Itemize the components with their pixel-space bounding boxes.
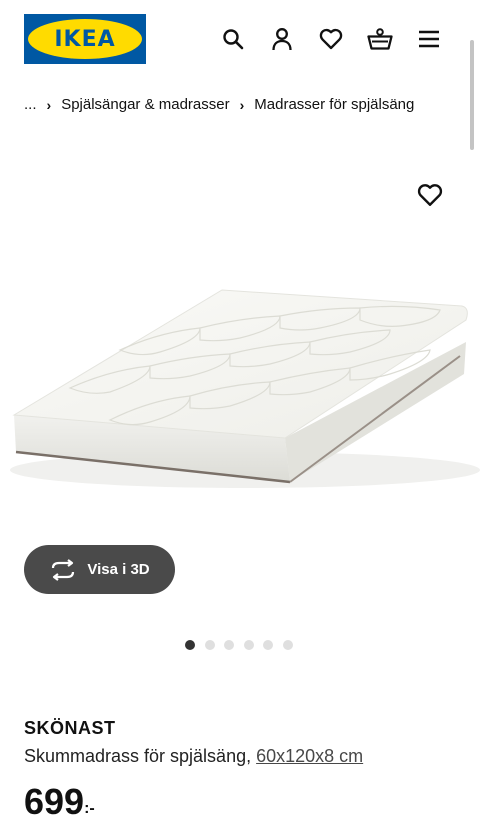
logo-text: IKEA (54, 26, 116, 52)
chevron-right-icon: › (46, 96, 52, 113)
gallery-pagination (185, 640, 302, 650)
product-price: 699 :- (24, 782, 95, 822)
breadcrumb-item-cribs-mattresses[interactable]: Spjälsängar & madrasser (61, 96, 229, 113)
product-image[interactable] (0, 270, 480, 540)
add-to-favourites-heart-icon[interactable] (417, 183, 443, 209)
breadcrumb: ... › Spjälsängar & madrasser › Madrasse… (24, 96, 414, 113)
price-value: 699 (24, 781, 85, 822)
product-type: Skummadrass för spjälsäng, (24, 746, 252, 766)
chevron-right-icon: › (239, 96, 245, 113)
shopping-basket-icon[interactable] (365, 24, 395, 54)
page-scrollbar[interactable] (470, 40, 474, 150)
price-suffix: :- (84, 800, 95, 817)
heart-icon[interactable] (316, 24, 346, 54)
product-description: Skummadrass för spjälsäng, 60x120x8 cm (24, 746, 363, 767)
user-icon[interactable] (267, 24, 297, 54)
product-size-link[interactable]: 60x120x8 cm (256, 746, 363, 766)
header-icons (218, 24, 444, 54)
search-icon[interactable] (218, 24, 248, 54)
ikea-logo[interactable]: IKEA (24, 14, 146, 64)
product-name: SKÖNAST (24, 718, 116, 738)
view-in-3d-button[interactable]: Visa i 3D (24, 545, 175, 594)
menu-icon[interactable] (414, 24, 444, 54)
gallery-dot[interactable] (263, 640, 273, 650)
logo-oval: IKEA (28, 19, 142, 59)
gallery-dot[interactable] (282, 640, 293, 650)
gallery-dot[interactable] (204, 640, 215, 650)
gallery-dot[interactable] (224, 640, 234, 650)
header: IKEA (0, 0, 480, 80)
breadcrumb-item-crib-mattresses[interactable]: Madrasser för spjälsäng (254, 96, 414, 113)
gallery-dot[interactable] (243, 640, 254, 650)
rotate-3d-icon (52, 558, 75, 581)
view-in-3d-label: Visa i 3D (87, 561, 150, 578)
breadcrumb-ellipsis[interactable]: ... (24, 96, 37, 113)
gallery-dot[interactable] (185, 640, 195, 650)
